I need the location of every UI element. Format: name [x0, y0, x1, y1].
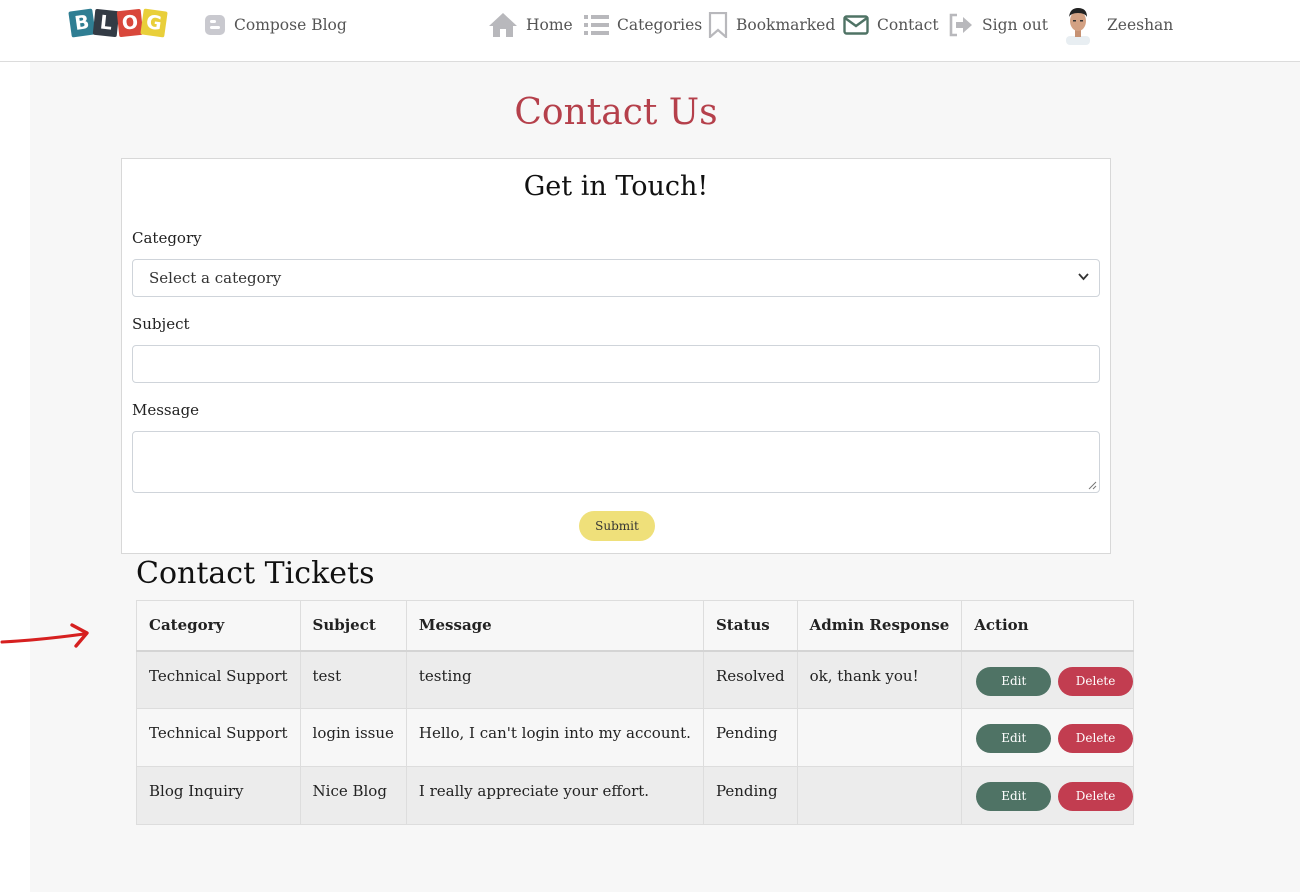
cell-actions: Edit Delete — [961, 708, 1135, 767]
nav-bookmarked[interactable]: Bookmarked — [708, 12, 835, 38]
col-message: Message — [405, 600, 704, 652]
subject-input[interactable] — [132, 345, 1100, 383]
nav-signout-label: Sign out — [982, 16, 1048, 34]
contact-form-card: Get in Touch! Category Select a category… — [121, 158, 1111, 554]
cell-category: Blog Inquiry — [136, 766, 301, 825]
cell-admin-response: ok, thank you! — [796, 650, 963, 709]
delete-button[interactable]: Delete — [1058, 724, 1134, 753]
cell-message: testing — [405, 650, 704, 709]
nav-home-label: Home — [526, 16, 573, 34]
nav-compose-label: Compose Blog — [234, 16, 347, 34]
nav-user[interactable]: Zeeshan — [1107, 12, 1173, 38]
cell-subject: login issue — [299, 708, 407, 767]
cell-actions: Edit Delete — [961, 766, 1135, 825]
main-content: Contact Us Get in Touch! Category Select… — [30, 62, 1300, 892]
sign-out-icon — [949, 13, 972, 37]
cell-status: Pending — [702, 766, 798, 825]
cell-status: Pending — [702, 708, 798, 767]
col-status: Status — [702, 600, 798, 652]
cell-status: Resolved — [702, 650, 798, 709]
nav-home[interactable]: Home — [488, 12, 573, 38]
cell-admin-response — [796, 766, 963, 825]
col-category: Category — [136, 600, 301, 652]
delete-button[interactable]: Delete — [1058, 666, 1134, 696]
col-subject: Subject — [299, 600, 407, 652]
table-header-row: Category Subject Message Status Admin Re… — [136, 600, 1135, 652]
edit-button[interactable]: Edit — [976, 782, 1052, 811]
user-name: Zeeshan — [1107, 16, 1174, 34]
table-row: Technical Support test testing Resolved … — [136, 650, 1135, 709]
navbar: B L O G Compose Blog Home Categories Boo… — [0, 0, 1300, 62]
edit-button[interactable]: Edit — [976, 724, 1052, 753]
envelope-icon — [843, 15, 869, 35]
cell-message: I really appreciate your effort. — [405, 766, 704, 825]
logo-letter-l: L — [92, 8, 120, 38]
blog-logo[interactable]: B L O G — [68, 7, 170, 41]
table-row: Technical Support login issue Hello, I c… — [136, 708, 1135, 767]
form-title: Get in Touch! — [523, 171, 709, 202]
list-icon — [584, 15, 609, 35]
nav-bookmarked-label: Bookmarked — [736, 16, 836, 34]
category-selected-value: Select a category — [149, 269, 282, 287]
subject-label: Subject — [132, 315, 190, 333]
nav-sign-out[interactable]: Sign out — [948, 12, 1048, 38]
nav-categories-label: Categories — [617, 16, 703, 34]
delete-button[interactable]: Delete — [1058, 782, 1134, 811]
bookmark-icon — [708, 12, 728, 38]
nav-contact[interactable]: Contact — [843, 12, 939, 38]
nav-contact-label: Contact — [877, 16, 939, 34]
page-title: Contact Us — [514, 92, 718, 133]
cell-subject: test — [299, 650, 407, 709]
cell-category: Technical Support — [136, 650, 301, 709]
col-action: Action — [961, 600, 1135, 652]
cell-actions: Edit Delete — [961, 650, 1135, 709]
cell-subject: Nice Blog — [299, 766, 407, 825]
logo-letter-o: O — [116, 8, 144, 38]
category-select[interactable]: Select a category — [132, 259, 1100, 297]
message-textarea[interactable] — [132, 431, 1100, 493]
nav-compose-blog[interactable]: Compose Blog — [204, 12, 347, 38]
avatar[interactable] — [1063, 5, 1093, 45]
edit-button[interactable]: Edit — [976, 666, 1052, 696]
chevron-down-icon — [1078, 273, 1089, 281]
logo-letter-b: B — [68, 8, 96, 38]
cell-message: Hello, I can't login into my account. — [405, 708, 704, 767]
annotation-arrow-icon — [0, 623, 89, 648]
nav-categories[interactable]: Categories — [584, 12, 702, 38]
logo-letter-g: G — [140, 8, 168, 38]
blogger-icon — [205, 15, 225, 35]
tickets-title: Contact Tickets — [136, 556, 375, 591]
cell-admin-response — [796, 708, 963, 767]
home-icon — [489, 13, 517, 37]
message-label: Message — [132, 401, 200, 419]
tickets-table: Category Subject Message Status Admin Re… — [136, 600, 1135, 825]
submit-button[interactable]: Submit — [579, 511, 655, 541]
cell-category: Technical Support — [136, 708, 301, 767]
table-row: Blog Inquiry Nice Blog I really apprecia… — [136, 766, 1135, 825]
resize-grip-icon[interactable] — [1088, 481, 1097, 490]
col-admin-response: Admin Response — [796, 600, 963, 652]
category-label: Category — [132, 229, 202, 247]
